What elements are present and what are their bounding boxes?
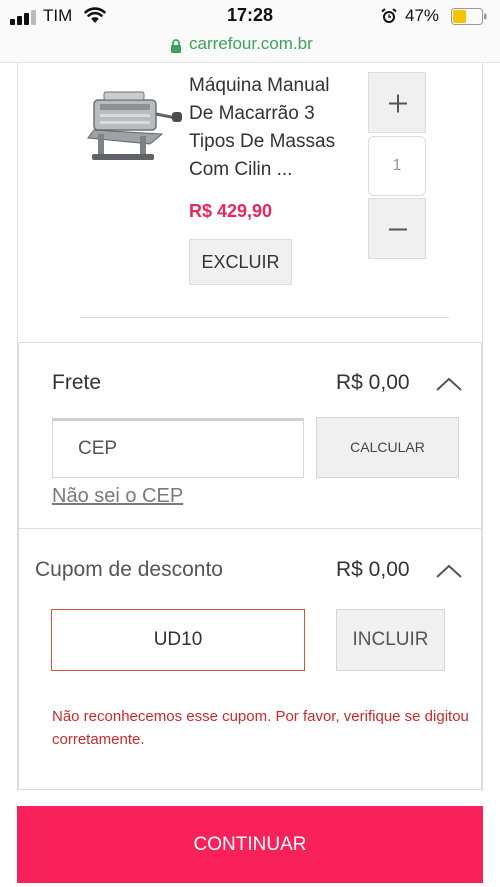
alarm-clock-icon xyxy=(381,8,397,23)
calculate-shipping-button[interactable]: CALCULAR xyxy=(316,417,459,478)
shipping-label: Frete xyxy=(52,371,102,394)
browser-url-bar[interactable]: carrefour.com.br xyxy=(0,34,500,63)
coupon-error-message: Não reconhecemos esse cupom. Por favor, … xyxy=(52,708,469,748)
decrease-quantity-button[interactable] xyxy=(368,198,426,259)
continue-button[interactable]: CONTINUAR xyxy=(17,806,483,883)
coupon-label: Cupom de desconto xyxy=(35,558,223,581)
quantity-field[interactable]: 1 xyxy=(368,136,426,196)
battery-percentage: 47% xyxy=(405,6,440,25)
url-text[interactable]: carrefour.com.br xyxy=(189,34,313,54)
product-title[interactable]: Máquina Manual De Macarrão 3 Tipos De Ma… xyxy=(189,72,359,184)
coupon-value: R$ 0,00 xyxy=(336,558,410,581)
coupon-chevron-up-icon[interactable] xyxy=(436,564,462,578)
product-price: R$ 429,90 xyxy=(189,201,273,221)
coupon-code-input[interactable] xyxy=(51,609,305,671)
apply-coupon-button[interactable]: INCLUIR xyxy=(336,609,445,671)
shipping-value: R$ 0,00 xyxy=(336,371,410,394)
panel-separator xyxy=(18,528,482,529)
unknown-zip-link[interactable]: Não sei o CEP xyxy=(52,485,183,508)
zip-code-input[interactable] xyxy=(52,418,304,478)
pasta-machine-product-image xyxy=(87,91,182,160)
status-bar: TIM 17:28 47% xyxy=(0,0,500,34)
remove-item-button[interactable]: EXCLUIR xyxy=(189,239,292,285)
minus-icon xyxy=(389,228,407,231)
shipping-chevron-up-icon[interactable] xyxy=(436,377,462,391)
plus-icon xyxy=(389,94,407,113)
item-divider xyxy=(80,317,449,318)
cart-frame-right-border xyxy=(482,62,483,792)
increase-quantity-button[interactable] xyxy=(368,72,426,133)
battery-icon xyxy=(451,8,487,25)
lock-icon xyxy=(171,39,181,53)
